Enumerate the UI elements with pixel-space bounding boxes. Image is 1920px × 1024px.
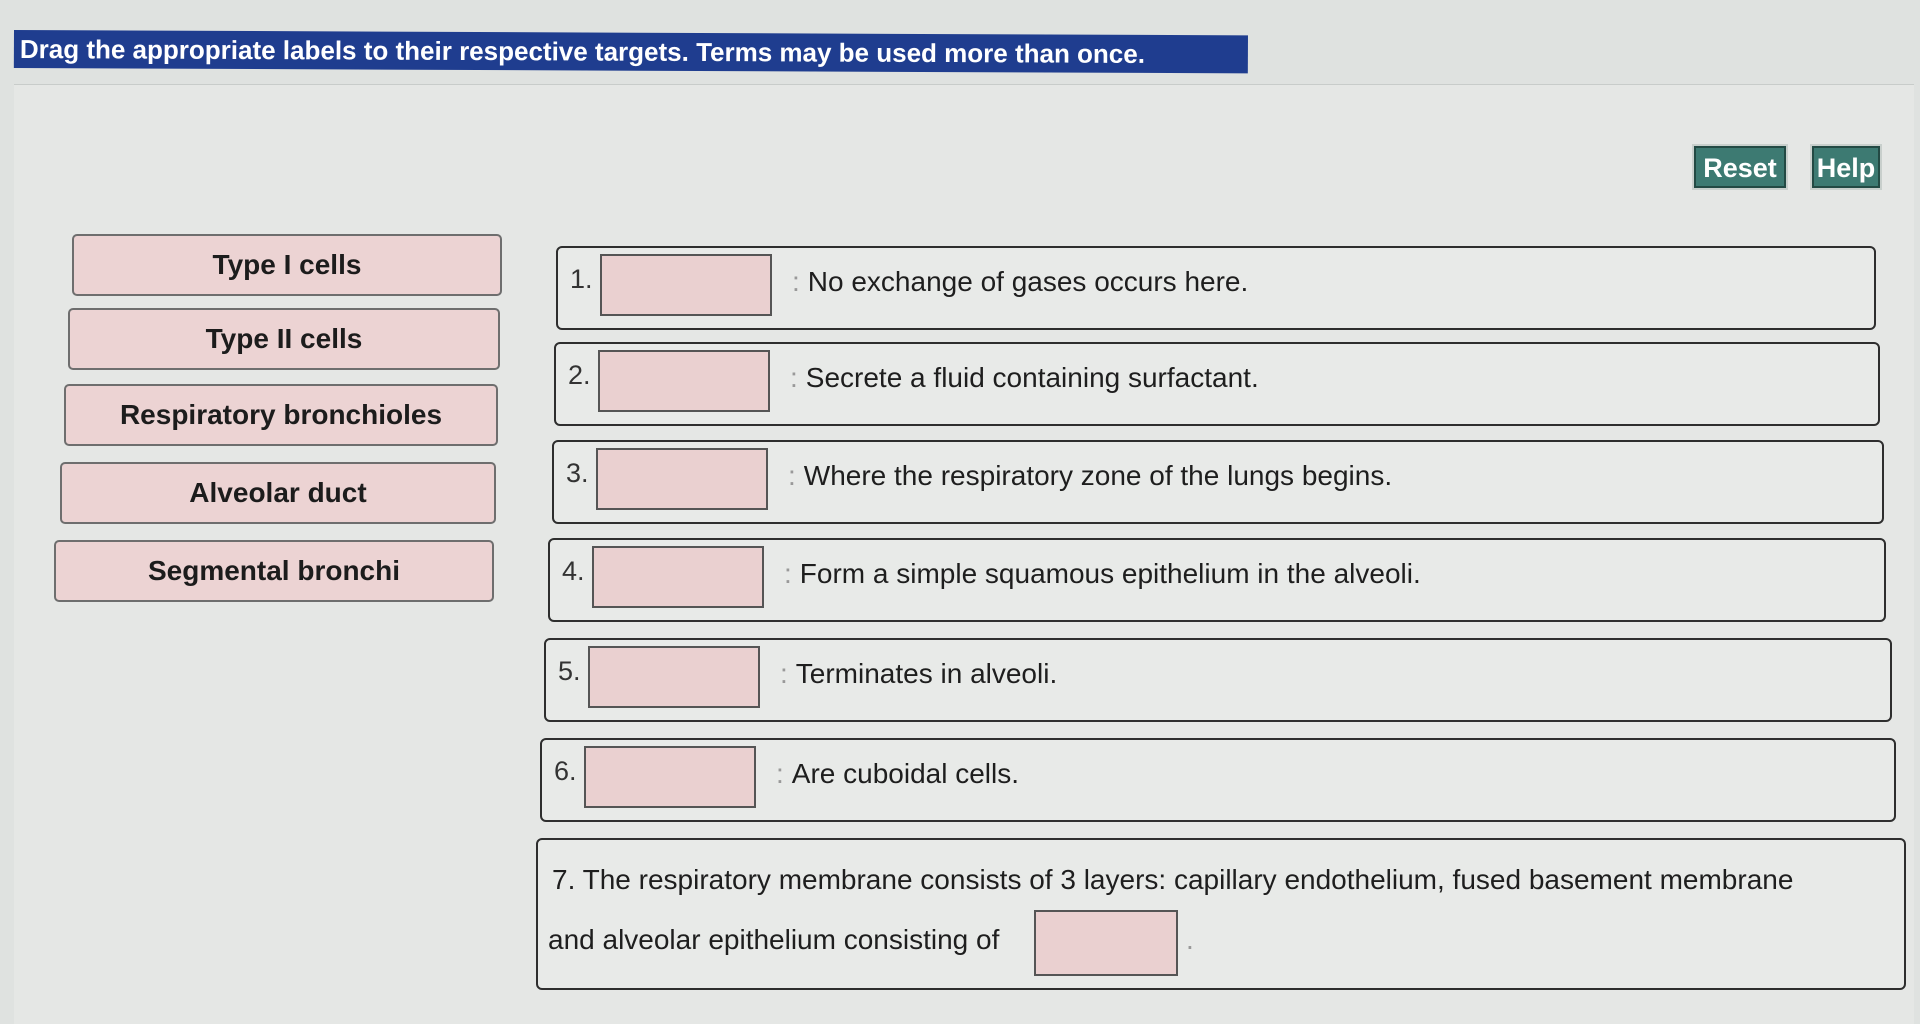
- drop-target-1[interactable]: [600, 254, 772, 316]
- target-row-7: 7. The respiratory membrane consists of …: [536, 838, 1906, 990]
- target-description: Are cuboidal cells.: [791, 758, 1020, 789]
- label-chip-segmental-bronchi[interactable]: Segmental bronchi: [54, 540, 494, 602]
- target-number: 2.: [568, 360, 591, 390]
- target-description: Form a simple squamous epithelium in the…: [799, 558, 1421, 589]
- target-number: 4.: [562, 556, 585, 586]
- target-description: Secrete a fluid containing surfactant.: [805, 362, 1259, 393]
- target-row-5: 5. : Terminates in alveoli.: [544, 638, 1892, 722]
- instruction-text: Drag the appropriate labels to their res…: [13, 30, 1248, 74]
- target-number: 6.: [554, 756, 577, 786]
- label-chip-alveolar-duct[interactable]: Alveolar duct: [60, 462, 496, 524]
- drop-target-5[interactable]: [588, 646, 760, 708]
- target-row-6: 6. : Are cuboidal cells.: [540, 738, 1896, 822]
- drop-target-2[interactable]: [598, 350, 770, 412]
- target-description: Terminates in alveoli.: [795, 658, 1058, 689]
- target-description: No exchange of gases occurs here.: [807, 266, 1249, 297]
- target-number: 1.: [570, 264, 593, 294]
- label-chip-respiratory-bronchioles[interactable]: Respiratory bronchioles: [64, 384, 498, 446]
- target-number: 5.: [558, 656, 581, 686]
- target-number: 3.: [566, 458, 589, 488]
- target-7-text-line1: 7. The respiratory membrane consists of …: [552, 864, 1794, 895]
- target-7-text-line2: and alveolar epithelium consisting of: [548, 924, 1000, 955]
- target-description: Where the respiratory zone of the lungs …: [803, 460, 1393, 491]
- target-row-3: 3. : Where the respiratory zone of the lu…: [552, 440, 1884, 524]
- target-row-1: 1. : No exchange of gases occurs here.: [556, 246, 1876, 330]
- label-chip-type-2-cells[interactable]: Type II cells: [68, 308, 500, 370]
- reset-button[interactable]: Reset: [1692, 144, 1788, 190]
- target-row-2: 2. : Secrete a fluid containing surfactan…: [554, 342, 1880, 426]
- drop-target-3[interactable]: [596, 448, 768, 510]
- target-row-4: 4. : Form a simple squamous epithelium in…: [548, 538, 1886, 622]
- help-button[interactable]: Help: [1810, 144, 1882, 190]
- drop-target-7[interactable]: [1034, 910, 1178, 976]
- drop-target-6[interactable]: [584, 746, 756, 808]
- label-chip-type-1-cells[interactable]: Type I cells: [72, 234, 502, 296]
- target-7-period: .: [1186, 924, 1194, 955]
- drop-target-4[interactable]: [592, 546, 764, 608]
